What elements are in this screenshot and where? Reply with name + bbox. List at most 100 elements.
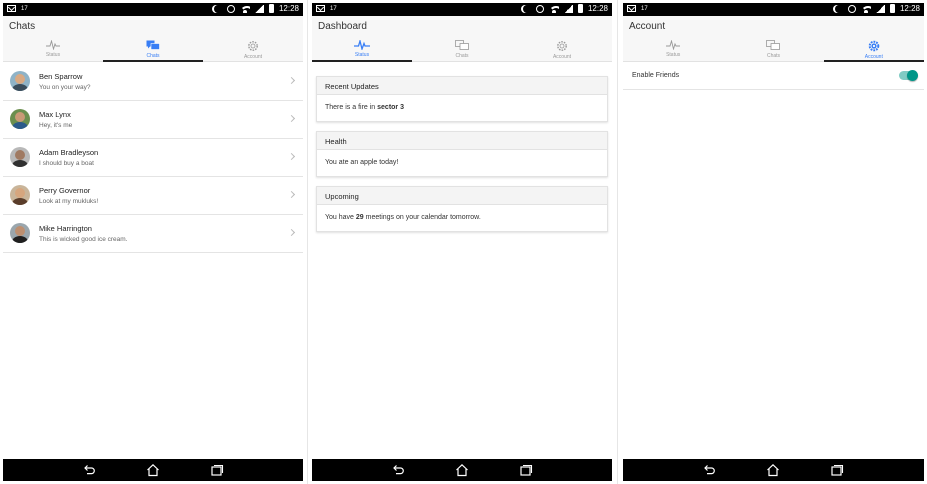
recent-apps-icon[interactable] [210, 463, 224, 477]
list-item[interactable]: Adam Bradleyson I should buy a boat [3, 139, 303, 177]
chat-bubbles-icon [455, 40, 469, 50]
status-bar: 17 12:28 [623, 3, 924, 16]
list-item[interactable]: Max Lynx Hey, it's me [3, 101, 303, 139]
chat-name: Adam Bradleyson [39, 148, 99, 157]
tab-account[interactable]: Account [203, 37, 303, 61]
tab-account-label: Account [552, 54, 572, 60]
card-text: You ate an apple today! [325, 159, 399, 166]
wifi-icon [860, 5, 871, 13]
home-icon[interactable] [146, 463, 160, 477]
alarm-icon [847, 4, 856, 13]
chat-last-message: You on your way? [39, 84, 91, 91]
list-item[interactable]: Perry Governor Look at my mukluks! [3, 177, 303, 215]
tab-chats[interactable]: Chats [723, 37, 823, 61]
chevron-right-icon [287, 228, 296, 237]
home-icon[interactable] [766, 463, 780, 477]
tab-status-label: Status [45, 52, 61, 58]
clock-time: 12:28 [899, 4, 920, 13]
gear-icon [868, 40, 880, 52]
avatar [10, 223, 30, 243]
mail-icon [316, 5, 325, 12]
back-icon[interactable] [391, 463, 405, 477]
tab-chats-label: Chats [766, 53, 781, 59]
android-nav-bar [623, 459, 924, 481]
status-bar: 17 12:28 [312, 3, 612, 16]
card-upcoming: Upcoming You have 29 meetings on your ca… [316, 186, 608, 232]
header-bar: Chats [3, 16, 303, 37]
list-item[interactable]: Ben Sparrow You on your way? [3, 63, 303, 101]
screen-divider [307, 0, 308, 484]
tab-account-label: Account [864, 54, 883, 60]
battery-icon [577, 4, 583, 13]
moon-icon [214, 5, 222, 13]
chat-bubbles-icon [766, 40, 781, 50]
pulse-icon [354, 40, 370, 50]
avatar [10, 147, 30, 167]
recent-apps-icon[interactable] [830, 463, 844, 477]
card-health: Health You ate an apple today! [316, 131, 608, 177]
card-recent-updates: Recent Updates There is a fire in sector… [316, 76, 608, 122]
avatar [10, 109, 30, 129]
notification-count: 17 [21, 5, 28, 12]
toggle-knob [907, 70, 918, 81]
tab-chats[interactable]: Chats [103, 37, 203, 62]
tab-account[interactable]: Account [512, 37, 612, 61]
mail-icon [627, 5, 636, 12]
back-icon[interactable] [702, 463, 716, 477]
home-icon[interactable] [455, 463, 469, 477]
avatar [10, 185, 30, 205]
signal-icon [254, 4, 264, 13]
moon-icon [835, 5, 843, 13]
tab-account-label: Account [243, 54, 263, 60]
enable-friends-row: Enable Friends [623, 63, 924, 90]
signal-icon [563, 4, 573, 13]
chat-bubbles-icon [146, 40, 160, 50]
screen-divider [617, 0, 618, 484]
list-item[interactable]: Mike Harrington This is wicked good ice … [3, 215, 303, 253]
tab-chats-label: Chats [455, 53, 469, 59]
wifi-icon [548, 5, 559, 13]
chevron-right-icon [287, 152, 296, 161]
tab-bar: Status Chats Account [623, 37, 924, 62]
chevron-right-icon [287, 76, 296, 85]
tab-status[interactable]: Status [3, 37, 103, 61]
chat-name: Max Lynx [39, 110, 71, 119]
pulse-icon [46, 40, 60, 50]
chat-last-message: This is wicked good ice cream. [39, 236, 128, 243]
chat-last-message: Look at my mukluks! [39, 198, 99, 205]
tab-chats-label: Chats [146, 53, 160, 59]
chat-name: Mike Harrington [39, 224, 92, 233]
tab-account[interactable]: Account [823, 37, 924, 62]
status-bar: 17 12:28 [3, 3, 303, 16]
card-body: There is a fire in sector 3 [317, 95, 607, 121]
tab-status[interactable]: Status [623, 37, 723, 61]
notification-count: 17 [330, 5, 337, 12]
card-text-bold: sector 3 [377, 104, 404, 111]
tab-status[interactable]: Status [312, 37, 412, 62]
card-text-bold: 29 [355, 214, 364, 221]
clock-time: 12:28 [587, 4, 608, 13]
page-title: Dashboard [318, 21, 367, 32]
chat-list: Ben Sparrow You on your way? Max Lynx He… [3, 63, 303, 253]
back-icon[interactable] [82, 463, 96, 477]
chevron-right-icon [287, 190, 296, 199]
battery-icon [889, 4, 895, 13]
tab-chats[interactable]: Chats [412, 37, 512, 61]
clock-time: 12:28 [278, 4, 299, 13]
enable-friends-label: Enable Friends [632, 72, 680, 79]
chat-name: Ben Sparrow [39, 72, 83, 81]
header-bar: Account [623, 16, 924, 37]
battery-icon [268, 4, 274, 13]
android-nav-bar [312, 459, 612, 481]
card-text: There is a fire in [325, 104, 378, 111]
card-header: Health [317, 132, 607, 150]
card-text-suffix: meetings on your calendar tomorrow. [363, 214, 481, 221]
enable-friends-toggle[interactable] [899, 70, 918, 81]
pulse-icon [666, 40, 681, 50]
recent-apps-icon[interactable] [519, 463, 533, 477]
chevron-right-icon [287, 114, 296, 123]
gear-icon [557, 41, 567, 51]
gear-icon [248, 41, 258, 51]
signal-icon [875, 4, 885, 13]
chat-last-message: I should buy a boat [39, 160, 94, 167]
